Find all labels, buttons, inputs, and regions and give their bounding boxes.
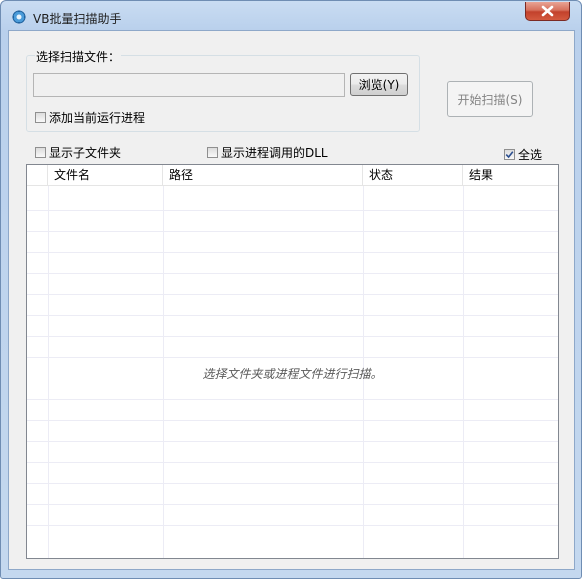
- main-window: VB批量扫描助手 选择扫描文件： 浏览(Y) 添加当前运行进程 开始扫描(S) …: [0, 0, 582, 579]
- column-header-path[interactable]: 路径: [163, 165, 363, 185]
- list-header-divider: [27, 185, 558, 186]
- grid-line: [27, 231, 558, 232]
- start-scan-button[interactable]: 开始扫描(S): [447, 81, 533, 117]
- app-gear-icon: [12, 10, 26, 24]
- scan-file-group-label: 选择扫描文件：: [35, 48, 122, 65]
- add-running-process-label: 添加当前运行进程: [49, 110, 146, 125]
- grid-line: [27, 462, 558, 463]
- column-header-status[interactable]: 状态: [363, 165, 463, 185]
- checkmark-icon: [505, 150, 514, 158]
- grid-line: [27, 357, 558, 358]
- grid-line: [27, 420, 558, 421]
- column-header-icon[interactable]: [27, 165, 48, 185]
- grid-line: [27, 483, 558, 484]
- show-dll-checkbox[interactable]: [207, 146, 218, 158]
- close-icon: [541, 5, 554, 17]
- add-running-process-option[interactable]: 添加当前运行进程: [35, 109, 145, 125]
- show-subfolders-label: 显示子文件夹: [49, 145, 122, 160]
- grid-line: [27, 441, 558, 442]
- add-running-process-checkbox[interactable]: [35, 111, 46, 123]
- grid-line: [27, 294, 558, 295]
- grid-line: [27, 504, 558, 505]
- scan-path-input[interactable]: [33, 73, 345, 97]
- grid-line: [27, 273, 558, 274]
- grid-line: [27, 336, 558, 337]
- show-dll-label: 显示进程调用的DLL: [221, 145, 328, 160]
- select-all-option[interactable]: 全选: [504, 146, 542, 162]
- show-subfolders-option[interactable]: 显示子文件夹: [35, 144, 121, 160]
- grid-line: [27, 252, 558, 253]
- grid-line: [27, 525, 558, 526]
- show-subfolders-checkbox[interactable]: [35, 146, 46, 158]
- browse-button[interactable]: 浏览(Y): [350, 73, 408, 96]
- select-all-checkbox[interactable]: [504, 148, 515, 160]
- grid-line: [27, 399, 558, 400]
- empty-list-message: 选择文件夹或进程文件进行扫描。: [202, 367, 383, 381]
- column-header-result[interactable]: 结果: [463, 165, 558, 185]
- grid-line: [27, 315, 558, 316]
- scan-results-list[interactable]: 文件名 路径 状态 结果 选择文件夹或进程文件进行扫描。: [26, 164, 559, 559]
- title-bar[interactable]: VB批量扫描助手: [1, 1, 581, 31]
- client-area: 选择扫描文件： 浏览(Y) 添加当前运行进程 开始扫描(S) 显示子文件夹 显示…: [8, 30, 575, 570]
- show-dll-option[interactable]: 显示进程调用的DLL: [207, 144, 328, 160]
- select-all-label: 全选: [518, 147, 543, 162]
- close-button[interactable]: [525, 2, 570, 21]
- column-header-filename[interactable]: 文件名: [48, 165, 163, 185]
- list-header: 文件名 路径 状态 结果: [27, 165, 558, 186]
- grid-line: [27, 210, 558, 211]
- window-title: VB批量扫描助手: [33, 12, 122, 26]
